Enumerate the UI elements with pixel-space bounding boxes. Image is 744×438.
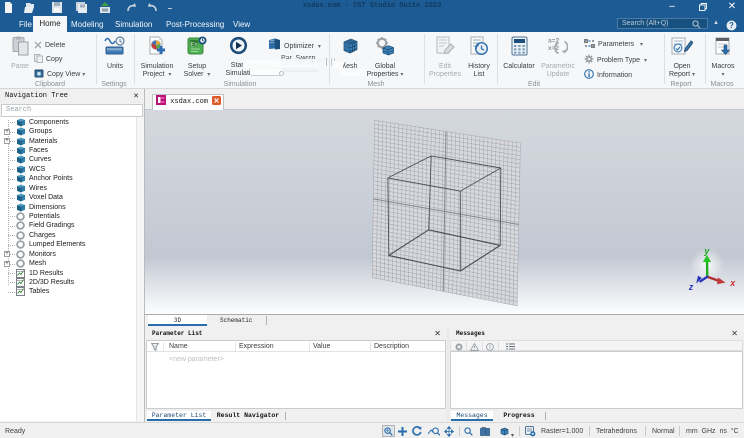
svg-text:x=2: x=2 [548, 45, 559, 52]
svg-text:Es: Es [190, 41, 198, 48]
svg-text:?: ? [729, 21, 734, 30]
svg-text:z: z [688, 282, 694, 292]
svg-text:y: y [703, 246, 710, 256]
svg-text:x: x [729, 278, 736, 288]
